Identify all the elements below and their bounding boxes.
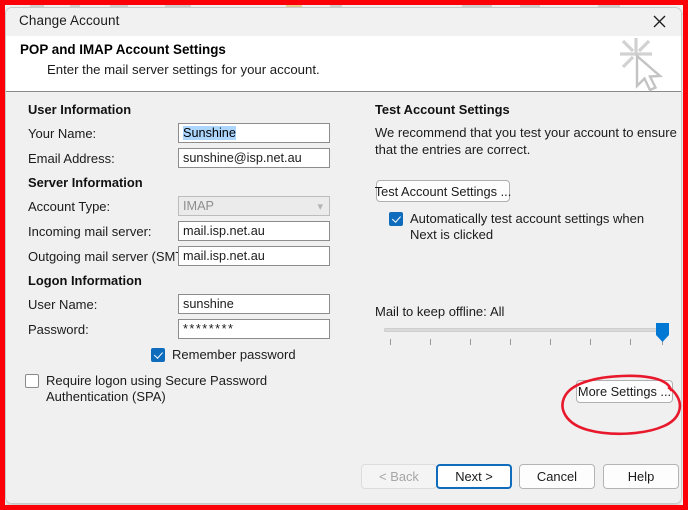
- label-password: Password:: [28, 322, 89, 337]
- remember-password-label: Remember password: [172, 347, 296, 362]
- checkbox-indicator: [151, 348, 165, 362]
- password-input[interactable]: ********: [178, 319, 330, 339]
- dialog-titlebar: Change Account: [6, 8, 681, 36]
- auto-test-account-settings-checkbox[interactable]: Automatically test account settings when…: [389, 211, 661, 242]
- user-name-input[interactable]: sunshine: [178, 294, 330, 314]
- label-incoming-mail-server: Incoming mail server:: [28, 224, 152, 239]
- wizard-cursor-sparkle-icon: [620, 38, 664, 92]
- slider-thumb[interactable]: [656, 323, 669, 342]
- label-your-name: Your Name:: [28, 126, 97, 141]
- change-account-dialog: Change Account POP and IMAP Account Sett…: [5, 7, 682, 504]
- auto-test-label: Automatically test account settings when…: [410, 211, 645, 242]
- incoming-mail-server-input[interactable]: mail.isp.net.au: [178, 221, 330, 241]
- chevron-down-icon: ▾: [317, 201, 323, 213]
- dialog-footer: < Back Next > Cancel Help: [6, 451, 681, 503]
- account-type-value: IMAP: [183, 199, 215, 213]
- close-icon[interactable]: [637, 8, 681, 35]
- dialog-title: Change Account: [19, 13, 120, 28]
- slider-track: [384, 328, 669, 332]
- back-button[interactable]: < Back: [361, 464, 437, 489]
- section-title-test-account-settings: Test Account Settings: [375, 102, 510, 117]
- cancel-button[interactable]: Cancel: [519, 464, 595, 489]
- dialog-header: POP and IMAP Account Settings Enter the …: [6, 36, 681, 92]
- account-type-select[interactable]: IMAP ▾: [178, 196, 330, 216]
- next-button[interactable]: Next >: [436, 464, 512, 489]
- slider-ticks: [384, 339, 669, 345]
- checkbox-indicator: [25, 374, 39, 388]
- label-account-type: Account Type:: [28, 199, 111, 214]
- checkbox-indicator: [389, 212, 403, 226]
- your-name-value: Sunshine: [183, 126, 236, 140]
- outgoing-mail-server-input[interactable]: mail.isp.net.au: [178, 246, 330, 266]
- label-email-address: Email Address:: [28, 151, 115, 166]
- mail-to-keep-offline-value: All: [490, 304, 505, 319]
- section-title-logon-information: Logon Information: [28, 273, 142, 288]
- require-spa-checkbox[interactable]: Require logon using Secure Password Auth…: [25, 373, 325, 404]
- email-address-input[interactable]: sunshine@isp.net.au: [178, 148, 330, 168]
- require-spa-label: Require logon using Secure Password Auth…: [46, 373, 268, 404]
- page-subtitle: Enter the mail server settings for your …: [47, 62, 320, 77]
- test-account-description: We recommend that you test your account …: [375, 125, 677, 157]
- section-title-user-information: User Information: [28, 102, 132, 117]
- label-outgoing-mail-server: Outgoing mail server (SMTP):: [28, 249, 200, 264]
- your-name-input[interactable]: Sunshine: [178, 123, 330, 143]
- remember-password-checkbox[interactable]: Remember password: [151, 347, 296, 363]
- page-title: POP and IMAP Account Settings: [20, 42, 226, 57]
- mail-to-keep-offline-slider[interactable]: [384, 323, 669, 347]
- section-title-server-information: Server Information: [28, 175, 143, 190]
- screenshot-root: Change Account POP and IMAP Account Sett…: [0, 0, 688, 510]
- mail-to-keep-offline-label: Mail to keep offline:: [375, 304, 487, 319]
- more-settings-button[interactable]: More Settings ...: [576, 380, 673, 403]
- help-button[interactable]: Help: [603, 464, 679, 489]
- label-user-name: User Name:: [28, 297, 98, 312]
- test-account-settings-button[interactable]: Test Account Settings ...: [375, 180, 511, 202]
- dialog-body: User Information Your Name: Sunshine Ema…: [6, 92, 681, 451]
